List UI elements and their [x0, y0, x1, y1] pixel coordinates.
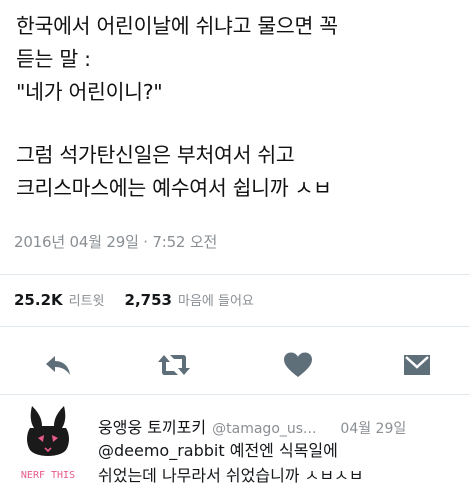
bunny-logo-icon — [27, 406, 69, 456]
tweet-text-line: "네가 어린이니?" — [16, 80, 163, 104]
reply-author-handle[interactable]: @tamago_us... — [212, 421, 316, 437]
tweet-body: 한국에서 어린이날에 쉬냐고 물으면 꼭 듣는 말 : "네가 어린이니?" 그… — [16, 10, 460, 205]
tweet-text-line: 한국에서 어린이날에 쉬냐고 물으면 꼭 — [16, 14, 338, 38]
like-button[interactable] — [278, 345, 318, 385]
divider — [0, 326, 470, 327]
tweet-text-line: 크리스마스에는 예수여서 쉽니까 ㅅㅂ — [16, 176, 332, 200]
tweet-timestamp[interactable]: 2016년 04월 29일 · 7:52 오전 — [14, 231, 217, 252]
tweet-text-line: 그럼 석가탄신일은 부처여서 쉬고 — [16, 143, 295, 167]
direct-message-button[interactable] — [397, 345, 437, 385]
divider — [0, 394, 470, 395]
like-label[interactable]: 마음에 들어요 — [178, 290, 254, 309]
reply-tweet[interactable]: NERF THIS 웅앵웅 토끼포키 @tamago_us... 04월 29일… — [0, 398, 470, 503]
envelope-icon — [404, 355, 430, 375]
retweet-button[interactable] — [154, 345, 194, 385]
mention-link[interactable]: @deemo_rabbit — [98, 441, 225, 460]
reply-text-line: @deemo_rabbit 예전엔 식목일에 — [98, 438, 458, 463]
reply-text-fragment: 예전엔 식목일에 — [224, 441, 338, 460]
like-count[interactable]: 2,753 — [125, 291, 172, 309]
retweet-icon — [158, 355, 190, 375]
reply-author-name[interactable]: 웅앵웅 토끼포키 — [98, 414, 206, 438]
reply-header: 웅앵웅 토끼포키 @tamago_us... 04월 29일 — [98, 414, 406, 438]
reply-date[interactable]: 04월 29일 — [340, 418, 406, 438]
heart-icon — [284, 352, 312, 377]
tweet-text-line: 듣는 말 : — [16, 47, 91, 71]
reply-icon — [46, 356, 70, 375]
retweet-label[interactable]: 리트윗 — [69, 290, 105, 309]
avatar-caption: NERF THIS — [20, 470, 76, 481]
tweet-stats: 25.2K 리트윗 2,753 마음에 들어요 — [14, 290, 254, 309]
reply-text: @deemo_rabbit 예전엔 식목일에 쉬었는데 나무라서 쉬었습니까 ㅅ… — [98, 438, 458, 488]
reply-text-line: 쉬었는데 나무라서 쉬었습니까 ㅅㅂㅅㅂ — [98, 466, 364, 485]
tweet-text: 한국에서 어린이날에 쉬냐고 물으면 꼭 듣는 말 : "네가 어린이니?" 그… — [16, 10, 460, 205]
reply-button[interactable] — [38, 345, 78, 385]
tweet-actions — [0, 345, 470, 385]
avatar[interactable]: NERF THIS — [16, 404, 80, 486]
divider — [0, 274, 470, 275]
retweet-count[interactable]: 25.2K — [14, 291, 63, 309]
